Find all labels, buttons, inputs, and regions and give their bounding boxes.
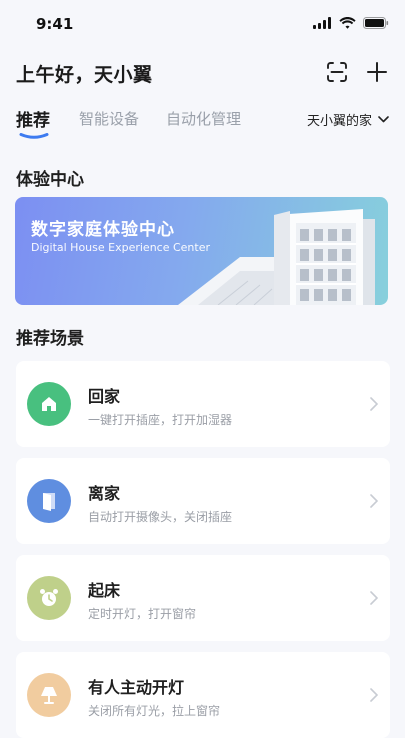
scene-card-wake-up[interactable]: 起床 定时开灯，打开窗帘 <box>16 555 390 641</box>
lamp-icon <box>27 673 71 717</box>
home-selector[interactable]: 天小翼的家 <box>307 110 389 129</box>
tab-smart-devices[interactable]: 智能设备 <box>79 108 139 129</box>
scene-card-leave-home[interactable]: 离家 自动打开摄像头，关闭插座 <box>16 458 390 544</box>
add-button[interactable] <box>364 59 390 85</box>
plus-icon <box>367 62 387 82</box>
chevron-right-icon <box>370 688 378 702</box>
building-illustration <box>178 209 375 305</box>
chevron-down-icon <box>378 116 389 123</box>
scene-title: 离家 <box>88 484 121 503</box>
scene-card-auto-light[interactable]: 有人主动开灯 关闭所有灯光，拉上窗帘 <box>16 652 390 738</box>
wifi-icon <box>339 17 356 29</box>
tab-automation[interactable]: 自动化管理 <box>166 108 241 129</box>
scene-desc: 定时开灯，打开窗帘 <box>88 607 197 621</box>
home-selector-label: 天小翼的家 <box>306 114 372 129</box>
battery-icon <box>363 17 389 29</box>
experience-banner[interactable]: 数字家庭体验中心 Digital House Experience Center <box>15 197 388 305</box>
tab-active-indicator <box>19 133 49 139</box>
door-icon <box>27 479 71 523</box>
tab-recommend[interactable]: 推荐 <box>16 106 50 131</box>
status-bar: 9:41 <box>0 0 405 50</box>
scene-title: 有人主动开灯 <box>88 678 185 697</box>
header: 上午好，天小翼 <box>0 50 405 95</box>
experience-section-title: 体验中心 <box>16 170 84 190</box>
chevron-right-icon <box>370 591 378 605</box>
tab-bar: 推荐 智能设备 自动化管理 天小翼的家 <box>0 102 405 140</box>
scene-title: 回家 <box>88 387 121 406</box>
chevron-right-icon <box>370 494 378 508</box>
home-icon <box>27 382 71 426</box>
scan-button[interactable] <box>324 59 350 85</box>
status-time: 9:41 <box>36 15 74 33</box>
chevron-right-icon <box>370 397 378 411</box>
scene-desc: 自动打开摄像头，关闭插座 <box>88 510 233 524</box>
scene-title: 起床 <box>88 581 121 600</box>
banner-title: 数字家庭体验中心 <box>31 220 175 240</box>
cellular-signal-icon <box>313 17 331 29</box>
greeting-title: 上午好，天小翼 <box>16 64 153 86</box>
scene-desc: 关闭所有灯光，拉上窗帘 <box>88 704 221 718</box>
scene-desc: 一键打开插座，打开加湿器 <box>88 413 233 427</box>
alarm-clock-icon <box>27 576 71 620</box>
scan-icon <box>327 62 347 82</box>
scenes-section-title: 推荐场景 <box>16 329 84 349</box>
scene-card-home[interactable]: 回家 一键打开插座，打开加湿器 <box>16 361 390 447</box>
